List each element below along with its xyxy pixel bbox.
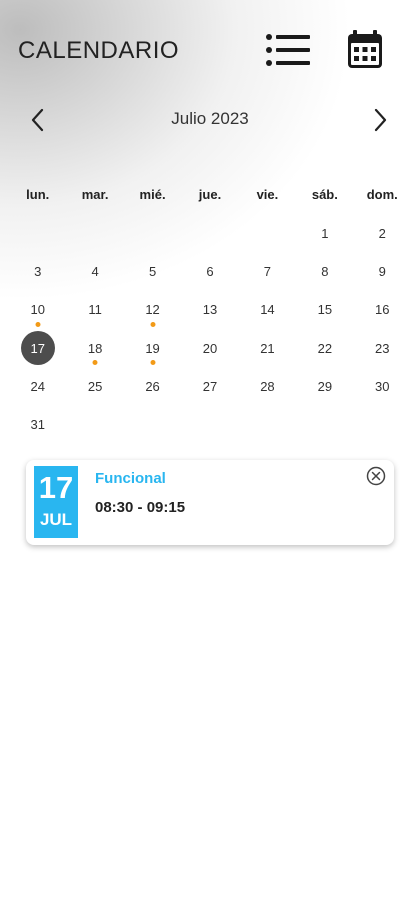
app-header: CALENDARIO [0, 22, 420, 78]
calendar-day-number: 5 [148, 263, 157, 279]
calendar-day-number: 14 [260, 302, 275, 318]
calendar-day-number: 27 [202, 378, 218, 394]
calendar-day[interactable]: 15 [296, 291, 353, 329]
calendar-day-number: 30 [375, 378, 390, 394]
list-icon [266, 34, 310, 66]
calendar-day-number: 28 [260, 378, 275, 394]
calendar-grid: 1 2 3 4 5 6 7 8 9 10 11 12 13 14 15 16 17 18 19 20 21 22 23 24 2… [9, 214, 411, 444]
weekday-label: dom. [366, 187, 398, 202]
calendar-day-number: 1 [321, 225, 329, 241]
calendar-day[interactable]: 18 [66, 329, 123, 367]
calendar-blank-cell [181, 214, 238, 252]
calendar-day-number: 21 [260, 340, 275, 356]
calendar-day-number: 16 [375, 302, 390, 318]
calendar-day[interactable]: 26 [124, 367, 181, 405]
calendar-icon [348, 30, 382, 68]
calendar-day[interactable]: 19 [124, 329, 181, 367]
calendar-day-number: 22 [317, 340, 333, 356]
calendar-day-number: 11 [88, 302, 102, 318]
calendar-day[interactable]: 14 [239, 291, 296, 329]
calendar-day-number: 24 [30, 378, 45, 394]
event-indicator-dot [150, 321, 156, 327]
calendar-day[interactable]: 20 [181, 329, 238, 367]
calendar-day[interactable]: 7 [239, 252, 296, 290]
event-time: 08:30 - 09:15 [95, 499, 186, 516]
calendar-day-number: 20 [202, 340, 218, 356]
calendar-day[interactable]: 13 [181, 291, 238, 329]
calendar-day[interactable]: 16 [354, 291, 411, 329]
close-circle-icon [366, 466, 386, 486]
calendar-day-number: 8 [321, 263, 329, 279]
weekday-label: lun. [26, 187, 50, 202]
calendar-day-number: 10 [30, 302, 45, 318]
event-indicator-dot [92, 359, 98, 365]
weekday-label: mar. [81, 187, 109, 202]
calendar-day[interactable]: 12 [124, 291, 181, 329]
calendar-view-button[interactable] [344, 28, 386, 72]
month-label: Julio 2023 [171, 109, 249, 128]
next-month-button[interactable] [364, 104, 396, 136]
event-month: JUL [39, 510, 73, 529]
calendar-day-number: 9 [378, 263, 386, 279]
calendar-blank-cell [124, 214, 181, 252]
event-day: 17 [38, 470, 74, 505]
calendar-day[interactable]: 27 [181, 367, 238, 405]
event-title: Funcional [95, 470, 166, 487]
weekday-label: mié. [139, 187, 166, 202]
calendar-day-number: 12 [145, 302, 160, 318]
calendar-day-number: 15 [317, 302, 333, 318]
calendar-day[interactable]: 5 [124, 252, 181, 290]
calendar-blank-cell [66, 214, 123, 252]
calendar-day-number: 29 [317, 378, 333, 394]
calendar-day-number: 3 [34, 263, 42, 279]
calendar-day-number: 19 [145, 340, 160, 356]
calendar-day-number: 18 [87, 340, 103, 356]
calendar-day[interactable]: 22 [296, 329, 353, 367]
calendar-day[interactable]: 23 [354, 329, 411, 367]
calendar-day[interactable]: 2 [354, 214, 411, 252]
calendar-day-number: 4 [91, 263, 99, 279]
calendar-day[interactable]: 25 [66, 367, 123, 405]
event-date-badge: 17 JUL [34, 466, 78, 538]
weekday-label: sáb. [311, 187, 338, 202]
calendar-day[interactable]: 10 [9, 291, 66, 329]
calendar-day-number: 26 [145, 378, 160, 394]
calendar-day[interactable]: 24 [9, 367, 66, 405]
calendar-day[interactable]: 11 [66, 291, 123, 329]
calendar-day-number: 23 [375, 340, 390, 356]
page-title: CALENDARIO [18, 37, 180, 64]
remove-event-button[interactable] [366, 466, 386, 486]
calendar-day[interactable]: 9 [354, 252, 411, 290]
calendar-blank-cell [9, 214, 66, 252]
calendar-day-number: 17 [30, 340, 45, 356]
event-card[interactable]: 17 JUL Funcional 08:30 - 09:15 [26, 460, 394, 545]
month-navigation: Julio 2023 [0, 100, 420, 140]
calendar-day-number: 6 [206, 263, 214, 279]
weekday-label: jue. [198, 187, 222, 202]
calendar-day[interactable]: 30 [354, 367, 411, 405]
calendar-day[interactable]: 8 [296, 252, 353, 290]
event-indicator-dot [150, 359, 156, 365]
calendar-day[interactable]: 17 [9, 329, 66, 367]
calendar-day[interactable]: 6 [181, 252, 238, 290]
weekday-label: vie. [256, 187, 279, 202]
list-view-button[interactable] [262, 30, 314, 70]
event-indicator-dot [35, 321, 41, 327]
calendar-day[interactable]: 29 [296, 367, 353, 405]
calendar-day-number: 13 [202, 302, 218, 318]
calendar-day[interactable]: 4 [66, 252, 123, 290]
calendar-day[interactable]: 28 [239, 367, 296, 405]
calendar-day[interactable]: 21 [239, 329, 296, 367]
calendar-day[interactable]: 1 [296, 214, 353, 252]
chevron-right-icon [374, 108, 387, 132]
calendar-day-number: 25 [87, 378, 103, 394]
calendar-day-number: 31 [30, 417, 45, 433]
calendar-day-number: 7 [263, 263, 272, 279]
weekday-header: lun. mar. mié. jue. vie. sáb. dom. [9, 187, 411, 207]
calendar-day[interactable]: 31 [9, 405, 66, 443]
calendar-day-number: 2 [378, 225, 386, 241]
calendar-blank-cell [239, 214, 296, 252]
calendar-day[interactable]: 3 [9, 252, 66, 290]
